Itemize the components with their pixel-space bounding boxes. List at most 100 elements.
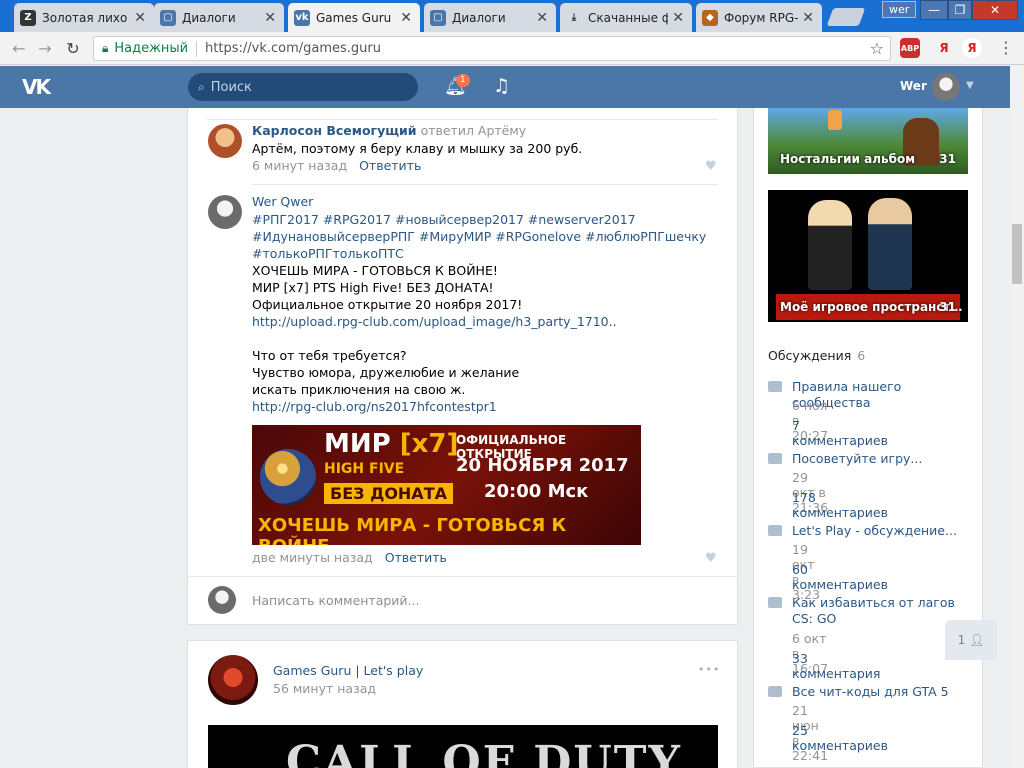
avatar[interactable]: [208, 124, 242, 158]
page-scrollbar[interactable]: [1010, 66, 1024, 768]
extension-label: Я: [939, 41, 949, 55]
promo-banner-image[interactable]: МИР [x7] HIGH FIVE БЕЗ ДОНАТА ОФИЦИАЛЬНО…: [252, 425, 641, 545]
comment-author[interactable]: Карлосон Всемогущий: [252, 123, 417, 138]
download-icon: ⤓: [571, 12, 577, 23]
vk-chat-icon: ▢: [160, 9, 176, 26]
maximize-icon[interactable]: ❐: [948, 0, 972, 20]
post-menu-icon[interactable]: •••: [698, 663, 720, 676]
comment-link[interactable]: http://upload.rpg-club.com/upload_image/…: [252, 313, 722, 330]
album-card[interactable]: Ностальгии альбом 31: [768, 108, 968, 174]
separator: [196, 40, 198, 57]
hashtags[interactable]: #ИдунановыйсерверРПГ #МируМИР #RPGonelov…: [252, 228, 722, 245]
browser-toolbar: ← → ↻ 🔒︎ Надежный https://vk.com/games.g…: [0, 32, 1024, 65]
discussion-bubble-icon: [768, 597, 782, 608]
bookmark-star-icon[interactable]: ☆: [870, 39, 884, 58]
yandex-extension-icon[interactable]: Я: [962, 38, 982, 58]
globe-emblem-icon: [260, 449, 316, 505]
chevron-down-icon[interactable]: ▼: [966, 80, 974, 91]
discussion-title[interactable]: Посоветуйте игру...: [792, 451, 968, 467]
reload-icon[interactable]: ↻: [62, 38, 84, 58]
page-content: Карлосон Всемогущий ответил Артёму Артём…: [0, 108, 1010, 768]
hashtags[interactable]: #толькоРПГтолькоПТС: [252, 245, 722, 262]
search-box[interactable]: ⌕: [188, 73, 418, 101]
notification-badge: 1: [456, 74, 470, 87]
back-arrow-icon[interactable]: ←: [8, 38, 30, 58]
banner-title-main: МИР: [324, 429, 391, 459]
browser-tab[interactable]: ◆ Форум RPG-C ✕: [696, 3, 822, 32]
chat-online-button[interactable]: 1 👤︎: [945, 620, 997, 660]
header-user-name[interactable]: Wer: [900, 79, 927, 93]
forward-arrow-icon[interactable]: →: [34, 38, 56, 58]
header-avatar[interactable]: [932, 73, 960, 101]
comment-time[interactable]: 6 минут назад: [252, 158, 347, 173]
discussion-comments[interactable]: 25 комментариев: [792, 723, 888, 753]
album-picture: [868, 198, 912, 290]
hashtags[interactable]: #РПГ2017 #RPG2017 #новыйсервер2017 #news…: [252, 211, 722, 228]
community-avatar[interactable]: [208, 655, 258, 705]
close-icon[interactable]: ✕: [536, 10, 548, 26]
discussion-comments[interactable]: 33 комментария: [792, 651, 880, 681]
search-input[interactable]: [210, 79, 401, 95]
comment-author[interactable]: Wer Qwer: [252, 194, 313, 209]
new-tab-button[interactable]: [826, 8, 866, 26]
close-icon[interactable]: ✕: [134, 10, 146, 26]
banner-subtitle: HIGH FIVE: [324, 461, 405, 477]
banner-slogan: ХОЧЕШЬ МИРА - ГОТОВЬСЯ К ВОЙНЕ: [258, 515, 567, 545]
album-picture: [808, 200, 852, 290]
avatar[interactable]: [208, 195, 242, 229]
browser-tab[interactable]: ▢ Диалоги ✕: [154, 3, 284, 32]
comment-time[interactable]: две минуты назад: [252, 550, 373, 565]
close-icon[interactable]: ✕: [264, 10, 276, 26]
album-title: Моё игровое пространст…: [780, 300, 963, 314]
address-bar[interactable]: 🔒︎ Надежный https://vk.com/games.guru ☆: [93, 36, 891, 61]
post-time[interactable]: 56 минут назад: [273, 681, 376, 696]
window-close-icon[interactable]: ✕: [972, 0, 1018, 20]
discussion-bubble-icon: [768, 525, 782, 536]
divider: [252, 184, 718, 185]
discussions-header[interactable]: Обсуждения 6: [768, 348, 865, 363]
comment-line: Что от тебя требуется?: [252, 348, 407, 363]
write-comment-input[interactable]: Написать комментарий...: [252, 593, 419, 608]
scrollbar-thumb[interactable]: [1012, 224, 1022, 284]
browser-menu-icon[interactable]: ⋮: [998, 38, 1014, 57]
adblock-extension-icon[interactable]: ABP: [900, 38, 920, 58]
browser-tab[interactable]: ▢ Диалоги ✕: [424, 3, 556, 32]
close-icon[interactable]: ✕: [672, 10, 684, 26]
post-author[interactable]: Games Guru | Let's play: [273, 663, 423, 678]
reply-button[interactable]: Ответить: [359, 158, 421, 173]
album-count: 31: [939, 300, 956, 314]
comment-line: Чувство юмора, дружелюбие и желание: [252, 365, 520, 380]
comment-meta: две минуты назад Ответить: [252, 550, 447, 565]
discussion-comments[interactable]: 60 комментариев: [792, 562, 888, 592]
browser-tab[interactable]: Z Золотая лихо ✕: [14, 3, 154, 32]
vk-logo[interactable]: VK: [22, 75, 51, 99]
music-icon[interactable]: ♫: [493, 75, 510, 97]
browser-tab-active[interactable]: vk Games Guru | ✕: [288, 3, 420, 32]
discussion-title[interactable]: Let's Play - обсуждение...: [792, 523, 968, 539]
reply-button[interactable]: Ответить: [385, 550, 447, 565]
discussion-bubble-icon: [768, 686, 782, 697]
discussions-title: Обсуждения: [768, 348, 852, 363]
lock-icon: 🔒︎: [102, 41, 109, 55]
profile-button[interactable]: wer: [882, 1, 917, 18]
discussion-title[interactable]: Как избавиться от лагов CS: GO: [792, 595, 968, 627]
discussion-title[interactable]: Все чит-коды для GTA 5: [792, 684, 968, 700]
browser-tab[interactable]: ⤓ Скачанные ф ✕: [560, 3, 692, 32]
divider: [207, 119, 718, 120]
post-image[interactable]: CALL OF DUTY: [208, 725, 718, 768]
yandex-extension-icon[interactable]: Я: [934, 38, 954, 58]
person-icon: 👤︎: [969, 633, 985, 647]
close-icon[interactable]: ✕: [400, 10, 412, 26]
album-picture: [828, 110, 842, 130]
comment-replied-to[interactable]: ответил Артёму: [421, 123, 527, 138]
like-heart-icon[interactable]: ♥: [705, 551, 717, 566]
discussion-comments[interactable]: 178 комментариев: [792, 490, 888, 520]
minimize-icon[interactable]: —: [920, 0, 948, 20]
discussions-count: 6: [857, 348, 866, 363]
comment-link[interactable]: http://rpg-club.org/ns2017hfcontestpr1: [252, 398, 722, 415]
album-card[interactable]: Моё игровое пространст… 31: [768, 190, 968, 322]
discussion-bubble-icon: [768, 381, 782, 392]
like-heart-icon[interactable]: ♥: [705, 159, 717, 174]
discussion-comments[interactable]: 7 комментариев: [792, 418, 888, 448]
close-icon[interactable]: ✕: [802, 10, 814, 26]
